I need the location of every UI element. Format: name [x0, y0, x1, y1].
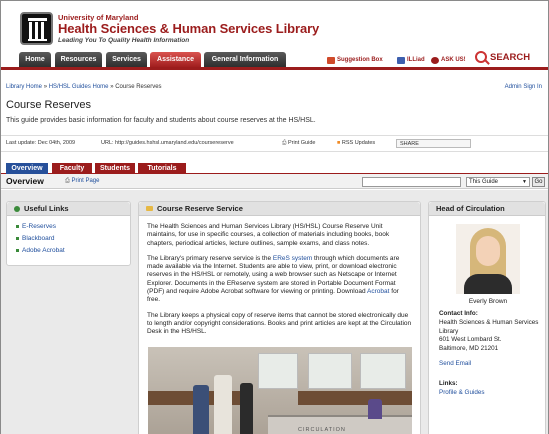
- suggestion-icon: [327, 56, 335, 64]
- head-of-circulation-title: Head of Circulation: [436, 203, 505, 213]
- print-guide-label: Print Guide: [287, 140, 316, 146]
- bullet-icon: [16, 237, 19, 240]
- rss-label: RSS Updates: [341, 140, 376, 146]
- list-item[interactable]: Blackboard: [16, 235, 130, 242]
- breadcrumb-separator: »: [43, 84, 48, 90]
- course-reserve-header: Course Reserve Service: [139, 202, 420, 216]
- breadcrumb-library-home[interactable]: Library Home: [6, 84, 42, 90]
- site-header: University of Maryland Health Sciences &…: [1, 1, 548, 71]
- tab-students[interactable]: Students: [95, 163, 135, 174]
- share-button[interactable]: SHARE: [396, 139, 471, 148]
- ask-us-link[interactable]: ASK US!: [431, 54, 466, 66]
- address-line: Baltimore, MD 21201: [439, 344, 499, 352]
- chevron-down-icon: ▼: [522, 179, 527, 185]
- overview-bar: Overview ⎙ Print Page This Guide ▼ Go: [1, 174, 548, 189]
- bullet-icon: [14, 205, 20, 212]
- head-of-circulation-box: Head of Circulation Everly Brown Contact…: [428, 201, 546, 434]
- print-guide-link[interactable]: ⎙ Print Guide: [282, 140, 315, 147]
- useful-links-title: Useful Links: [24, 203, 69, 213]
- main-nav: Home Resources Services Assistance Gener…: [1, 49, 548, 70]
- rss-updates-link[interactable]: ■ RSS Updates: [337, 140, 375, 146]
- print-page-label: Print Page: [71, 178, 100, 184]
- list-item[interactable]: E-Reserves: [16, 223, 130, 230]
- guide-meta-bar: Last update: Dec 04th, 2009 URL: http://…: [1, 135, 548, 152]
- reserve-paragraph-3: The Library keeps a physical copy of res…: [147, 311, 412, 336]
- send-email-link[interactable]: Send Email: [439, 360, 471, 367]
- tab-tutorials[interactable]: Tutorials: [138, 163, 186, 174]
- illiad-label: ILLiad: [407, 57, 425, 63]
- page-title: Course Reserves: [6, 99, 91, 111]
- profile-photo: [456, 224, 520, 294]
- library-name[interactable]: Health Sciences & Human Services Library: [58, 21, 319, 36]
- suggestion-box-link[interactable]: Suggestion Box: [327, 54, 383, 66]
- nav-assistance[interactable]: Assistance: [150, 52, 201, 67]
- last-update: Last update: Dec 04th, 2009: [6, 140, 76, 146]
- address-line: Library: [439, 327, 459, 335]
- page-frame: University of Maryland Health Sciences &…: [1, 1, 548, 434]
- tab-overview[interactable]: Overview: [6, 163, 48, 174]
- course-reserve-title: Course Reserve Service: [157, 203, 243, 213]
- illiad-icon: [397, 56, 405, 64]
- nav-services[interactable]: Services: [106, 52, 147, 67]
- photo-desk-label: CIRCULATION: [298, 427, 346, 433]
- link-adobe-acrobat[interactable]: Adobe Acrobat: [22, 247, 65, 254]
- nav-home[interactable]: Home: [19, 52, 51, 67]
- guide-tabs: Overview Faculty Students Tutorials: [1, 162, 548, 174]
- search-scope-value: This Guide: [469, 179, 499, 185]
- bullet-icon: [16, 225, 19, 228]
- search-icon: [475, 51, 487, 63]
- tab-faculty[interactable]: Faculty: [52, 163, 92, 174]
- acrobat-link[interactable]: Acrobat: [367, 288, 389, 295]
- reserve-text: The Library's primary reserve service is…: [147, 254, 273, 262]
- useful-links-box: Useful Links E-Reserves Blackboard Adobe…: [6, 201, 131, 266]
- suggestion-label: Suggestion Box: [337, 57, 383, 63]
- reserve-paragraph-2: The Library's primary reserve service is…: [139, 255, 420, 305]
- link-blackboard[interactable]: Blackboard: [22, 235, 55, 242]
- search-label: SEARCH: [490, 51, 531, 63]
- contact-info-label: Contact Info:: [439, 310, 478, 317]
- nav-resources[interactable]: Resources: [55, 52, 102, 67]
- eres-system-link[interactable]: EReS system: [273, 255, 312, 262]
- search-link[interactable]: SEARCH: [475, 51, 530, 63]
- reserve-paragraph-1: The Health Sciences and Human Services L…: [147, 223, 390, 247]
- overview-heading: Overview: [6, 176, 44, 186]
- breadcrumb: Library Home » HS/HSL Guides Home » Cour…: [6, 84, 162, 90]
- search-scope-select[interactable]: This Guide ▼: [466, 177, 530, 187]
- address-line: 601 West Lombard St.: [439, 336, 502, 343]
- profile-guides-link[interactable]: Profile & Guides: [439, 389, 485, 396]
- breadcrumb-current: Course Reserves: [115, 84, 162, 90]
- course-reserve-service-box: Course Reserve Service The Health Scienc…: [138, 201, 421, 434]
- list-item[interactable]: Adobe Acrobat: [16, 247, 130, 254]
- print-page-link[interactable]: ⎙ Print Page: [65, 178, 100, 185]
- illiad-link[interactable]: ILLiad: [397, 54, 425, 66]
- breadcrumb-separator: »: [110, 84, 114, 90]
- address-line: Health Sciences & Human Services: [439, 319, 539, 326]
- useful-links-list: E-Reserves Blackboard Adobe Acrobat: [7, 216, 130, 254]
- breadcrumb-guides-home[interactable]: HS/HSL Guides Home: [49, 84, 109, 90]
- contact-address: Health Sciences & Human Services Library…: [439, 319, 545, 353]
- admin-sign-in-link[interactable]: Admin Sign In: [505, 84, 542, 90]
- folder-icon: [146, 206, 153, 211]
- head-of-circulation-header: Head of Circulation: [429, 202, 545, 216]
- ask-us-icon: [431, 56, 439, 64]
- guide-url: URL: http://guides.hshsl.umaryland.edu/c…: [101, 140, 234, 146]
- profile-name: Everly Brown: [468, 298, 508, 305]
- tagline: Leading You To Quality Health Informatio…: [58, 37, 190, 44]
- page-description: This guide provides basic information fo…: [6, 117, 316, 124]
- ask-us-label: ASK US!: [441, 57, 466, 63]
- links-label: Links:: [439, 380, 458, 387]
- useful-links-header: Useful Links: [7, 202, 130, 216]
- share-label: SHARE: [400, 141, 419, 147]
- library-logo-icon[interactable]: [20, 12, 53, 45]
- guide-search-input[interactable]: [362, 177, 461, 187]
- link-e-reserves[interactable]: E-Reserves: [22, 223, 56, 230]
- bullet-icon: [16, 249, 19, 252]
- nav-general-information[interactable]: General Information: [204, 52, 286, 67]
- go-button[interactable]: Go: [532, 177, 545, 187]
- circulation-desk-photo: CIRCULATION: [148, 347, 412, 434]
- nav-underline: [1, 67, 548, 70]
